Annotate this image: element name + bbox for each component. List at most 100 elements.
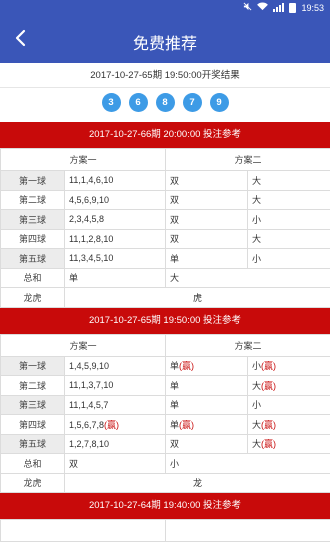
plan-size: 小 xyxy=(247,248,330,269)
plan-two-header: 方案二 xyxy=(165,333,330,357)
plan-size: 小 xyxy=(247,209,330,230)
win-mark: (赢) xyxy=(261,380,277,391)
plan-size: 小(赢) xyxy=(247,355,330,376)
plan-numbers-text: 1,2,7,8,10 xyxy=(69,438,110,449)
plan-one-header: 方案一 xyxy=(0,333,167,357)
longhu-value: 龙 xyxy=(63,472,330,493)
plan-numbers: 11,1,4,5,7 xyxy=(63,394,167,415)
row-label: 第四球 xyxy=(0,414,65,435)
section-heading: 2017-10-27-65期 19:50:00 投注参考 xyxy=(0,307,330,334)
plan-one-header: 方案一 xyxy=(0,148,167,171)
plan-size: 大(赢) xyxy=(247,375,330,396)
plan-numbers: 11,1,3,7,10 xyxy=(63,375,167,396)
draw-result-label: 2017-10-27-65期 19:50:00开奖结果 xyxy=(0,63,330,88)
result-ball: 3 xyxy=(101,92,121,112)
mute-icon xyxy=(243,2,252,13)
result-ball: 9 xyxy=(209,92,229,112)
plan-parity: 单(赢) xyxy=(165,355,249,376)
row-label: 总和 xyxy=(0,267,65,288)
plan-size-text: 大 xyxy=(252,380,262,391)
win-mark: (赢) xyxy=(179,419,195,430)
plan-numbers-text: 11,1,4,5,7 xyxy=(69,399,109,410)
plan-numbers-text: 1,4,5,9,10 xyxy=(69,360,110,371)
row-label: 第四球 xyxy=(0,228,65,249)
plan-size: 大(赢) xyxy=(247,433,330,454)
recommend-table: 方案一 方案二 第一球 11,1,4,6,10 双 大 第二球 4,5,6,9,… xyxy=(0,148,330,308)
plan-numbers: 11,3,4,5,10 xyxy=(63,248,167,269)
plan-size-text: 大 xyxy=(252,419,262,430)
plan-size: 大(赢) xyxy=(247,414,330,435)
plan-parity: 单 xyxy=(165,375,249,396)
wifi-icon xyxy=(257,2,269,13)
longhu-value: 虎 xyxy=(63,287,330,308)
plan-parity: 双 xyxy=(165,189,249,210)
plan-parity-text: 单 xyxy=(170,361,180,372)
sum-plan-one: 单 xyxy=(63,267,167,288)
plan-one-header xyxy=(0,519,166,542)
plan-parity: 双 xyxy=(165,433,249,454)
draw-balls: 3 6 8 7 9 xyxy=(0,88,330,116)
table-row: 第三球 2,3,4,5,8 双 小 xyxy=(0,209,330,230)
table-row: 第四球 11,1,2,8,10 双 大 xyxy=(0,228,330,249)
plan-numbers: 1,5,6,7,8(赢) xyxy=(63,414,167,435)
plan-numbers: 11,1,2,8,10 xyxy=(63,228,167,249)
table-row: 第一球 11,1,4,6,10 双 大 xyxy=(0,170,330,191)
status-time: 19:53 xyxy=(301,2,324,13)
win-mark: (赢) xyxy=(179,361,195,372)
plan-parity-text: 双 xyxy=(170,439,180,450)
row-label: 龙虎 xyxy=(0,472,65,493)
plan-numbers: 11,1,4,6,10 xyxy=(63,170,167,191)
row-label: 龙虎 xyxy=(0,287,65,308)
section-heading: 2017-10-27-64期 19:40:00 投注参考 xyxy=(0,493,330,519)
table-row: 第二球 4,5,6,9,10 双 大 xyxy=(0,189,330,210)
result-ball: 6 xyxy=(128,92,148,112)
row-label: 第一球 xyxy=(0,170,65,191)
win-mark: (赢) xyxy=(104,419,120,430)
row-label: 总和 xyxy=(0,453,65,474)
battery-icon xyxy=(289,2,297,13)
plan-size-text: 小 xyxy=(252,361,262,372)
result-ball: 7 xyxy=(182,92,202,112)
table-row: 第二球 11,1,3,7,10 单 大(赢) xyxy=(0,375,330,396)
win-mark: (赢) xyxy=(261,419,277,430)
plan-numbers-text: 1,5,6,7,8 xyxy=(69,419,105,430)
plan-parity: 单(赢) xyxy=(165,414,249,435)
status-icons: 19:53 xyxy=(243,2,324,13)
plan-parity: 双 xyxy=(165,170,249,191)
plan-numbers: 1,4,5,9,10 xyxy=(63,355,167,376)
row-label: 第五球 xyxy=(0,433,65,454)
sum-row: 总和 单 大 xyxy=(0,267,330,288)
table-row: 第五球 11,3,4,5,10 单 小 xyxy=(0,248,330,269)
table-row: 第三球 11,1,4,5,7 单 小 xyxy=(0,394,330,415)
row-label: 第二球 xyxy=(0,189,65,210)
row-label: 第一球 xyxy=(0,355,65,376)
plan-numbers-text: 11,1,3,7,10 xyxy=(69,380,114,391)
plan-size-text: 大 xyxy=(252,439,262,450)
plan-parity-text: 单 xyxy=(170,400,180,411)
table-row: 第五球 1,2,7,8,10 双 大(赢) xyxy=(0,433,330,454)
sum-row: 总和 双 小 xyxy=(0,453,330,474)
section-heading: 2017-10-27-66期 20:00:00 投注参考 xyxy=(0,122,330,148)
longhu-row: 龙虎 虎 xyxy=(0,287,330,308)
plan-two-header xyxy=(165,519,330,542)
row-label: 第五球 xyxy=(0,248,65,269)
plan-size: 大 xyxy=(247,228,330,249)
plan-parity: 单 xyxy=(165,394,249,415)
recommend-table: 方案一 方案二 第一球 1,4,5,9,10 单(赢) 小(赢) 第二球 11,… xyxy=(0,333,330,494)
page-title: 免费推荐 xyxy=(132,36,197,53)
plan-numbers: 1,2,7,8,10 xyxy=(63,433,167,454)
longhu-row: 龙虎 龙 xyxy=(0,472,330,493)
win-mark: (赢) xyxy=(261,439,277,450)
result-ball: 8 xyxy=(155,92,175,112)
signal-icon xyxy=(273,3,285,12)
recommend-table xyxy=(0,519,330,542)
win-mark: (赢) xyxy=(261,361,277,372)
plan-two-header: 方案二 xyxy=(165,148,330,171)
plan-numbers: 4,5,6,9,10 xyxy=(63,189,167,210)
plan-numbers: 2,3,4,5,8 xyxy=(63,209,167,230)
plan-size: 大 xyxy=(247,170,330,191)
plan-parity-text: 单 xyxy=(170,419,180,430)
sum-plan-one: 双 xyxy=(63,453,167,474)
table-row: 第一球 1,4,5,9,10 单(赢) 小(赢) xyxy=(0,355,330,376)
plan-size: 小 xyxy=(247,394,330,415)
